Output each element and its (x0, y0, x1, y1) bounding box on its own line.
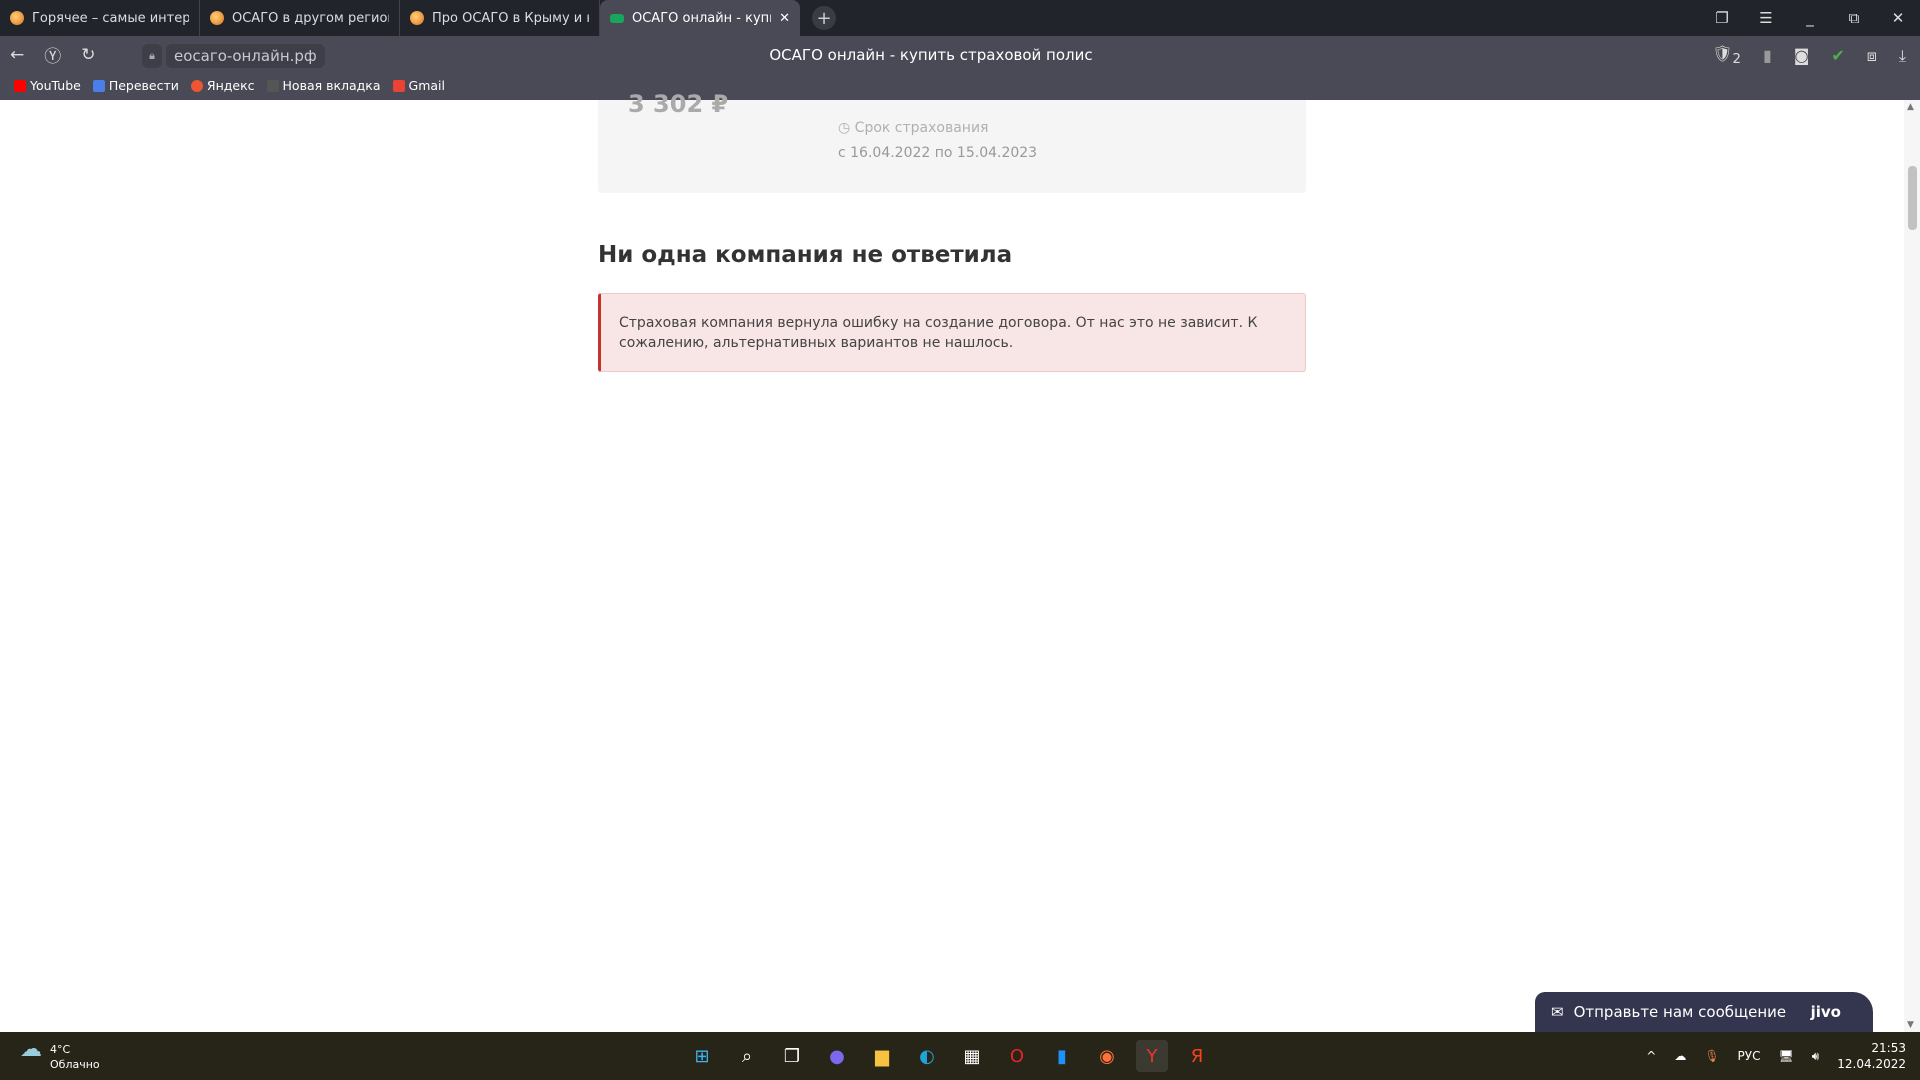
bookmark-icon[interactable]: ▮ (1763, 46, 1772, 65)
tab-active[interactable]: ОСАГО онлайн - купить✕ (600, 0, 800, 36)
tray-chevron-icon[interactable]: ^ (1646, 1049, 1656, 1063)
file-explorer-icon[interactable]: ▆ (866, 1040, 898, 1072)
clock[interactable]: 21:53 12.04.2022 (1837, 1040, 1906, 1072)
store-icon[interactable]: ▦ (956, 1040, 988, 1072)
restore-button[interactable]: ⧉ (1832, 9, 1876, 27)
policy-card: 3 302 ₽ ◷ Срок страхования с 16.04.2022 … (598, 90, 1306, 193)
chat-icon[interactable]: ● (821, 1040, 853, 1072)
term-dates: с 16.04.2022 по 15.04.2023 (838, 145, 1038, 161)
app-icon[interactable]: ▮ (1046, 1040, 1078, 1072)
collections-icon[interactable]: ❐ (1700, 9, 1744, 27)
section-heading: Ни одна компания не ответила (598, 242, 1013, 268)
extension-icon[interactable]: ◙ (1794, 46, 1810, 65)
tab[interactable]: Горячее – самые интересные (0, 0, 200, 36)
microphone-icon[interactable]: 🎙︎ (1704, 1049, 1719, 1063)
scroll-down-arrow[interactable]: ▼ (1907, 1020, 1914, 1030)
protect-icon[interactable]: 🛡︎2 (1712, 44, 1741, 67)
bookmark-translate[interactable]: Перевести (92, 78, 179, 93)
bookmark-new-tab[interactable]: Новая вкладка (266, 78, 381, 93)
firefox-icon[interactable]: ◉ (1091, 1040, 1123, 1072)
tab[interactable]: Про ОСАГО в Крыму и не (400, 0, 600, 36)
volume-icon[interactable]: 🔊︎ (1812, 1049, 1820, 1064)
edge-icon[interactable]: ◐ (911, 1040, 943, 1072)
car-favicon (610, 13, 624, 23)
start-icon[interactable]: ⊞ (686, 1040, 718, 1072)
opera-icon[interactable]: O (1001, 1040, 1033, 1072)
scroll-thumb[interactable] (1908, 166, 1917, 230)
close-tab-icon[interactable]: ✕ (779, 11, 790, 26)
price: 3 302 ₽ (628, 90, 729, 118)
search-icon[interactable]: ⌕ (731, 1040, 763, 1072)
site-favicon (10, 11, 24, 25)
bookmark-youtube[interactable]: YouTube (14, 78, 81, 93)
page-title: ОСАГО онлайн - купить страховой полис (769, 46, 1093, 64)
envelope-icon: ✉ (1551, 1003, 1564, 1021)
clock-icon: ◷ (838, 120, 855, 136)
close-window-button[interactable]: ✕ (1876, 9, 1920, 27)
menu-icon[interactable]: ☰ (1744, 9, 1788, 27)
network-icon[interactable]: 🖥︎ (1778, 1049, 1793, 1063)
download-icon[interactable]: ⤓ (1899, 46, 1906, 66)
adguard-icon[interactable]: ✔ (1831, 46, 1844, 65)
site-favicon (210, 11, 224, 25)
scroll-up-arrow[interactable]: ▲ (1907, 102, 1914, 112)
minimize-button[interactable]: _ (1788, 9, 1832, 27)
toolbar: ← Ⓨ ↻ 🔒︎ еосаго-онлайн.рф ОСАГО онлайн -… (0, 36, 1920, 100)
site-favicon (410, 11, 424, 25)
bookmark-gmail[interactable]: Gmail (392, 78, 445, 93)
scrollbar[interactable]: ▲ ▼ (1904, 100, 1920, 1032)
error-alert: Страховая компания вернула ошибку на соз… (598, 293, 1306, 372)
language-indicator[interactable]: РУС (1738, 1049, 1761, 1063)
task-view-icon[interactable]: ❐ (776, 1040, 808, 1072)
yandex-browser-icon[interactable]: Y (1136, 1040, 1168, 1072)
new-tab-button[interactable]: + (812, 6, 836, 30)
term-label: Срок страхования (854, 120, 989, 136)
onedrive-icon[interactable]: ☁ (1674, 1049, 1686, 1063)
yandex-icon[interactable]: Я (1181, 1040, 1213, 1072)
weather-widget[interactable]: ☁ 4°C Облачно (20, 1037, 100, 1072)
bookmark-yandex[interactable]: Яндекс (190, 78, 255, 93)
tab-bar: Горячее – самые интересные ОСАГО в друго… (0, 0, 1920, 36)
extensions-icon[interactable]: ⧈ (1867, 46, 1877, 66)
taskbar: ☁ 4°C Облачно ⊞ ⌕ ❐ ● ▆ ◐ ▦ O ▮ ◉ Y Я ^ ☁… (0, 1032, 1920, 1080)
chat-widget-button[interactable]: ✉ Отправьте нам сообщение jivo (1535, 992, 1873, 1032)
tab[interactable]: ОСАГО в другом регионе (200, 0, 400, 36)
bookmarks-bar: YouTube Перевести Яндекс Новая вкладка G… (14, 78, 445, 93)
cloud-icon: ☁ (20, 1037, 42, 1062)
